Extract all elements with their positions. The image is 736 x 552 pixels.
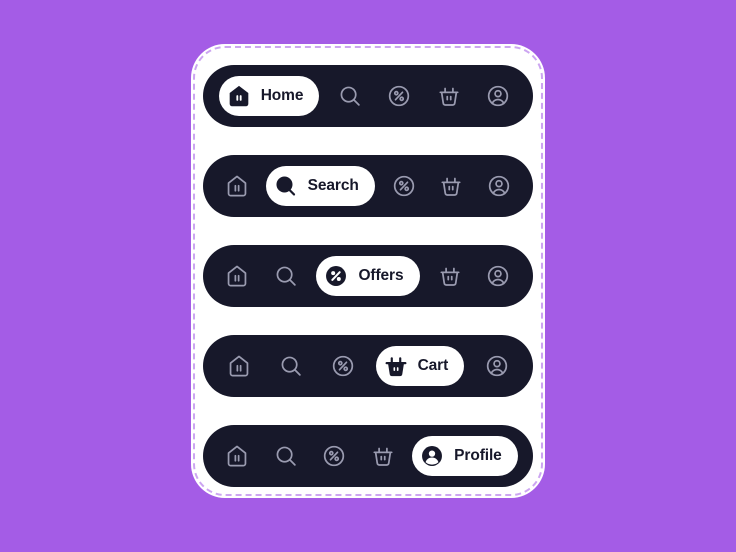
nav-item-label: Home [260,87,304,105]
nav-item-cart[interactable] [364,437,402,475]
nav-item-home[interactable] [220,347,258,385]
nav-item-home[interactable] [218,257,256,295]
nav-item-label: Search [307,177,359,195]
house-icon [228,265,247,287]
person-icon [488,175,510,197]
person-icon [418,442,446,470]
percent-icon [324,445,345,467]
nav-item-search[interactable] [272,347,310,385]
navbar-offers-active: Offers [203,245,533,307]
nav-item-home[interactable] [218,167,256,205]
nav-item-label: Cart [417,357,449,375]
percent-icon [389,85,410,107]
nav-item-search[interactable] [331,77,369,115]
search-icon [281,356,301,376]
nav-item-cart[interactable]: Cart [375,346,465,386]
nav-item-cart[interactable] [432,167,470,205]
nav-item-profile[interactable] [479,77,517,115]
search-icon [277,266,297,286]
nav-item-search[interactable]: Search [265,166,375,206]
nav-item-offers[interactable] [315,437,353,475]
person-icon [488,85,509,107]
nav-item-offers[interactable]: Offers [316,256,420,296]
nav-item-offers[interactable] [324,347,362,385]
house-icon [225,82,253,110]
nav-item-profile[interactable] [480,167,518,205]
nav-item-cart[interactable] [430,77,468,115]
house-icon [227,445,247,467]
basket-icon [439,267,460,286]
navbar-search-active: Search [203,155,533,217]
percent-icon [332,355,353,377]
basket-icon [439,87,459,106]
percent-icon [393,175,414,197]
basket-icon [441,177,461,196]
navbar-profile-active: Profile [203,425,533,487]
nav-item-profile[interactable] [479,257,517,295]
basket-icon [382,352,410,380]
nav-item-home[interactable]: Home [218,76,320,116]
percent-icon [322,262,350,290]
house-icon [227,175,247,197]
nav-item-cart[interactable] [431,257,469,295]
house-icon [229,355,249,377]
nav-item-home[interactable] [218,437,256,475]
nav-item-profile[interactable] [478,347,516,385]
nav-item-label: Offers [358,267,404,285]
navbar-variants-list: Home Search Offers Cart Profile [203,65,533,487]
search-icon [276,446,296,466]
navbar-home-active: Home [203,65,533,127]
basket-icon [373,447,393,466]
search-icon [272,172,300,200]
person-icon [486,355,508,377]
canvas: Home Search Offers Cart Profile [0,0,736,552]
nav-item-offers[interactable] [385,167,423,205]
nav-item-label: Profile [454,447,502,465]
nav-item-search[interactable] [267,257,305,295]
nav-item-offers[interactable] [380,77,418,115]
person-icon [488,265,509,287]
nav-item-profile[interactable]: Profile [412,436,518,476]
navbar-cart-active: Cart [203,335,533,397]
nav-item-search[interactable] [267,437,305,475]
search-icon [340,86,360,106]
